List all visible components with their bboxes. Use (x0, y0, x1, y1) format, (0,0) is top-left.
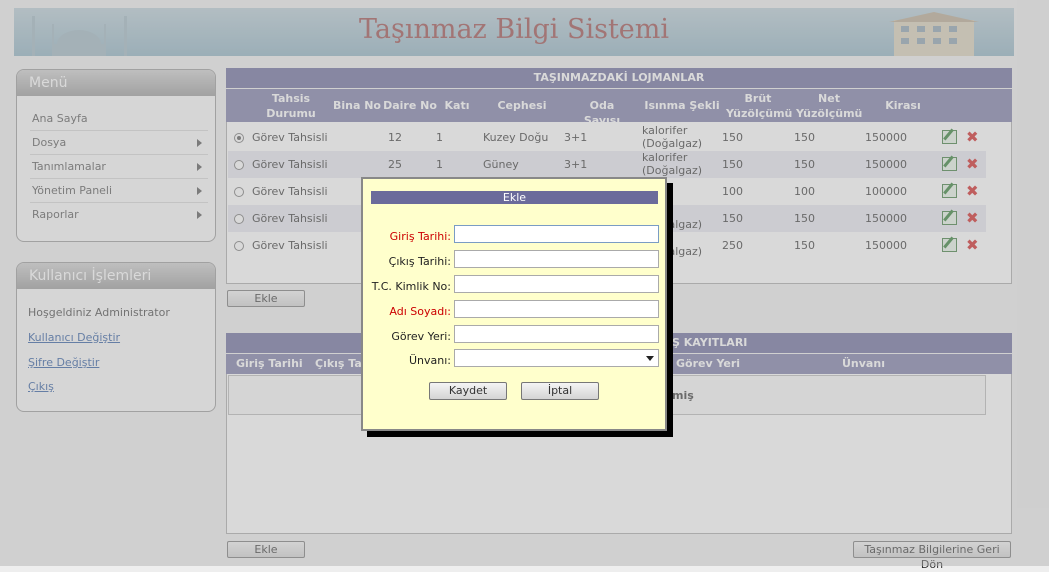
cikis-tarihi-input[interactable] (454, 250, 659, 268)
gorev-yeri-label: Görev Yeri: (391, 330, 451, 343)
cancel-button[interactable]: İptal (521, 382, 599, 400)
cikis-tarihi-label: Çıkış Tarihi: (388, 255, 451, 268)
adi-soyadi-input[interactable] (454, 300, 659, 318)
giris-tarihi-input[interactable] (454, 225, 659, 243)
unvani-select[interactable] (454, 349, 659, 367)
add-dialog: Ekle Giriş Tarihi: Çıkış Tarihi: T.C. Ki… (361, 177, 667, 431)
tc-kimlik-input[interactable] (454, 275, 659, 293)
dialog-title: Ekle (371, 191, 658, 204)
save-button[interactable]: Kaydet (429, 382, 507, 400)
chevron-down-icon (646, 356, 654, 361)
giris-tarihi-label: Giriş Tarihi: (389, 230, 451, 243)
gorev-yeri-input[interactable] (454, 325, 659, 343)
adi-soyadi-label: Adı Soyadı: (389, 305, 451, 318)
tc-kimlik-label: T.C. Kimlik No: (371, 280, 451, 293)
unvani-label: Ünvanı: (408, 354, 451, 367)
